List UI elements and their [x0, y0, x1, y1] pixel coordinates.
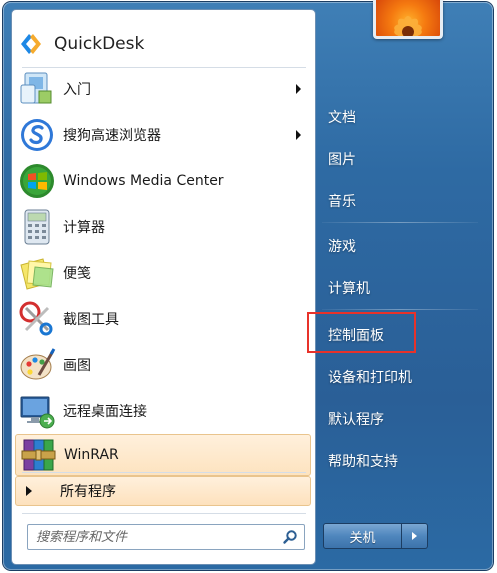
program-item-label: 计算器	[63, 220, 105, 236]
link-documents[interactable]: 文档	[328, 107, 356, 127]
winrar-icon	[21, 439, 56, 471]
program-item-paint[interactable]: 画图	[15, 344, 311, 386]
remote-desktop-icon	[20, 396, 55, 429]
windows-media-center-icon	[20, 164, 54, 198]
program-item-sogou-browser[interactable]: 搜狗高速浏览器	[15, 114, 311, 156]
programs-pane: QuickDesk 入门 搜狗高速浏览器 Windows Media Cente…	[11, 9, 316, 565]
program-item-label: WinRAR	[64, 447, 119, 463]
link-help-and-support[interactable]: 帮助和支持	[328, 451, 398, 471]
right-separator	[322, 309, 478, 310]
all-programs-label: 所有程序	[60, 484, 116, 500]
link-games[interactable]: 游戏	[328, 236, 356, 256]
submenu-arrow-icon[interactable]	[296, 130, 301, 140]
link-default-programs[interactable]: 默认程序	[328, 409, 384, 429]
program-item-label: 搜狗高速浏览器	[63, 128, 161, 144]
program-item-label: 远程桌面连接	[63, 404, 147, 420]
submenu-arrow-icon[interactable]	[296, 84, 301, 94]
program-item-winrar[interactable]: WinRAR	[15, 434, 311, 476]
paint-icon	[20, 348, 56, 380]
link-pictures[interactable]: 图片	[328, 149, 356, 169]
link-computer[interactable]: 计算机	[328, 278, 370, 298]
separator	[22, 472, 306, 473]
all-programs-button[interactable]: 所有程序	[15, 476, 311, 506]
shutdown-options-button[interactable]	[402, 523, 428, 549]
program-item-windows-media-center[interactable]: Windows Media Center	[15, 160, 311, 202]
pinned-quickdesk[interactable]: QuickDesk	[18, 24, 144, 64]
program-item-remote-desktop[interactable]: 远程桌面连接	[15, 390, 311, 432]
program-item-label: 便笺	[63, 266, 91, 282]
link-music[interactable]: 音乐	[328, 191, 356, 211]
program-item-label: 截图工具	[63, 312, 119, 328]
program-item-label: Windows Media Center	[63, 173, 224, 189]
shutdown-label: 关机	[349, 530, 376, 546]
program-item-snipping-tool[interactable]: 截图工具	[15, 298, 311, 340]
right-separator	[322, 222, 478, 223]
search-box[interactable]	[27, 524, 305, 550]
program-item-label: 画图	[63, 358, 91, 374]
annotation-highlight-box	[307, 312, 416, 353]
arrow-right-icon	[412, 532, 417, 540]
sticky-notes-icon	[20, 258, 54, 290]
search-input[interactable]	[34, 525, 268, 549]
expand-arrow-icon	[26, 486, 32, 496]
link-devices-and-printers[interactable]: 设备和打印机	[328, 367, 412, 387]
sogou-browser-icon	[21, 119, 53, 151]
pinned-quickdesk-label: QuickDesk	[54, 34, 145, 54]
search-icon[interactable]	[282, 529, 298, 545]
quickdesk-logo-icon	[21, 34, 41, 54]
program-item-calculator[interactable]: 计算器	[15, 206, 311, 248]
program-item-getting-started[interactable]: 入门	[15, 68, 311, 110]
program-item-sticky-notes[interactable]: 便笺	[15, 252, 311, 294]
calculator-icon	[24, 209, 50, 245]
getting-started-icon	[20, 72, 52, 104]
shutdown-button[interactable]: 关机	[323, 523, 402, 549]
user-picture-flower-icon[interactable]	[373, 0, 443, 39]
snipping-tool-icon	[19, 301, 53, 336]
program-item-label: 入门	[63, 82, 91, 98]
separator	[22, 513, 306, 514]
